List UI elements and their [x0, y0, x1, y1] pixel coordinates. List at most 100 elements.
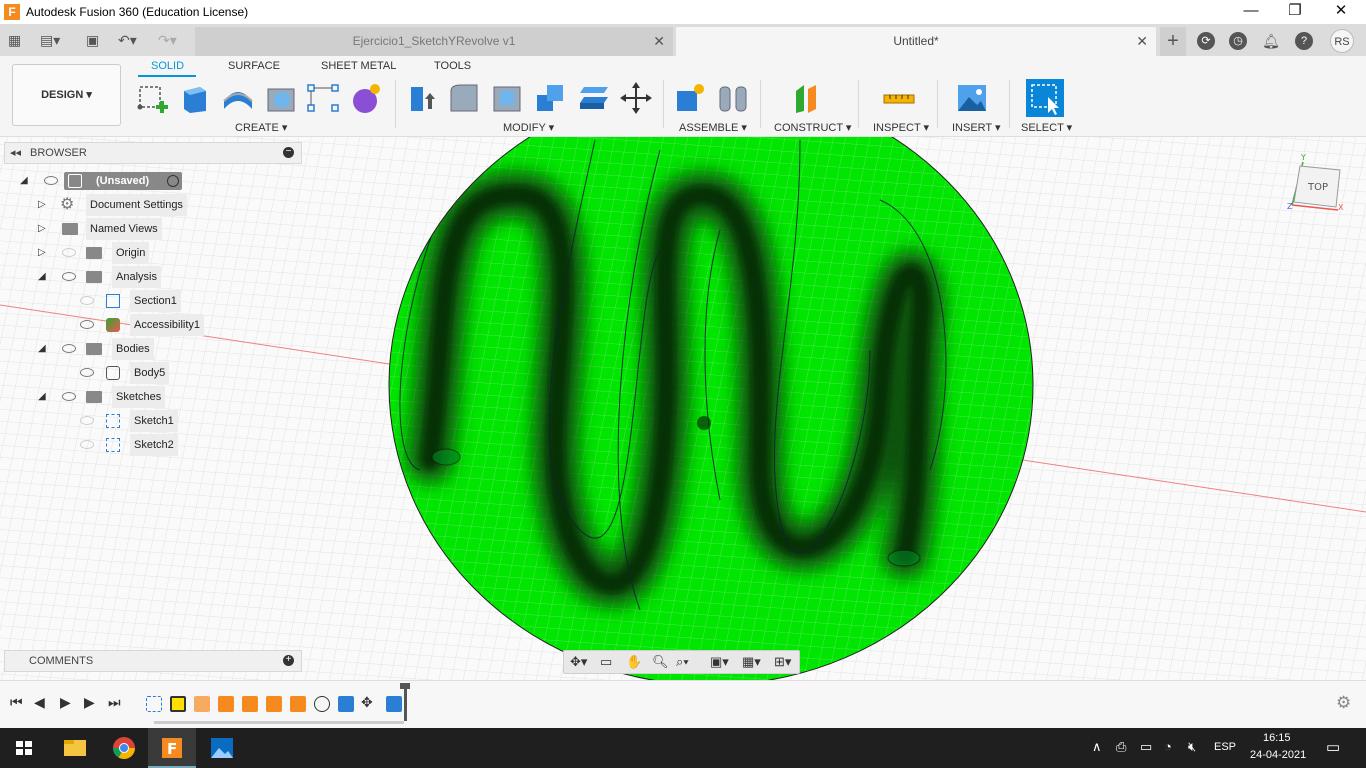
collapsed-icon[interactable]: ▷: [38, 218, 46, 240]
start-button[interactable]: [0, 728, 48, 768]
visibility-eye-icon[interactable]: [62, 248, 76, 257]
insert-menu[interactable]: INSERT ▾: [952, 121, 1001, 134]
timeline-feature-fillet[interactable]: [242, 696, 258, 712]
tray-meet-icon[interactable]: ⎙: [1116, 739, 1126, 755]
joint-icon[interactable]: [716, 81, 750, 115]
new-tab-button[interactable]: +: [1160, 27, 1186, 56]
visibility-eye-icon[interactable]: [80, 296, 94, 305]
create-form-icon[interactable]: [349, 81, 383, 115]
visibility-eye-icon[interactable]: [80, 440, 94, 449]
offset-face-icon[interactable]: [576, 81, 610, 115]
measure-icon[interactable]: [882, 81, 916, 115]
tab-tools[interactable]: TOOLS: [434, 60, 471, 72]
new-component-icon[interactable]: [673, 81, 707, 115]
volume-muted-icon[interactable]: 🔇︎: [1188, 739, 1196, 755]
add-comment-icon[interactable]: +: [283, 655, 294, 666]
tab-close-icon[interactable]: ✕: [1136, 27, 1148, 56]
visibility-eye-icon[interactable]: [80, 320, 94, 329]
tab-sheet-metal[interactable]: SHEET METAL: [321, 60, 396, 72]
collapsed-icon[interactable]: ▷: [38, 242, 46, 264]
close-button[interactable]: ✕: [1318, 0, 1364, 24]
expand-icon[interactable]: ◢: [38, 386, 46, 408]
clock-date[interactable]: 24-04-2021: [1250, 749, 1306, 761]
timeline-feature-move-copy[interactable]: ✥: [361, 694, 373, 711]
collapse-browser-icon[interactable]: ◂◂: [10, 146, 21, 159]
orbit-icon[interactable]: ✥▾: [570, 654, 587, 670]
photos-button[interactable]: [198, 728, 246, 768]
construct-menu[interactable]: CONSTRUCT ▾: [774, 121, 851, 134]
go-to-start-icon[interactable]: ⏮: [10, 694, 23, 711]
timeline-feature-body[interactable]: [386, 696, 402, 712]
create-menu[interactable]: CREATE ▾: [235, 121, 287, 134]
comments-panel-header[interactable]: COMMENTS +: [4, 650, 302, 672]
timeline-marker[interactable]: [404, 687, 407, 721]
visibility-eye-icon[interactable]: [62, 344, 76, 353]
minimize-button[interactable]: —: [1228, 0, 1274, 24]
browser-minus-icon[interactable]: −: [283, 147, 294, 158]
timeline-feature-sketch[interactable]: [146, 696, 162, 712]
expand-icon[interactable]: ◢: [38, 266, 46, 288]
zoom-icon[interactable]: 🔍︎: [652, 654, 669, 670]
help-icon[interactable]: ?: [1295, 32, 1313, 50]
workspace-switcher[interactable]: DESIGN ▾: [12, 64, 121, 126]
visibility-eye-icon[interactable]: [80, 368, 94, 377]
tree-item-sketch1[interactable]: Sketch1: [16, 410, 296, 432]
redo-icon[interactable]: ↷▾: [158, 30, 177, 50]
revolve-icon[interactable]: [221, 81, 255, 115]
hole-icon[interactable]: [264, 81, 298, 115]
inspect-menu[interactable]: INSPECT ▾: [873, 121, 929, 134]
select-icon[interactable]: [1026, 79, 1064, 117]
browser-panel-header[interactable]: ◂◂ BROWSER −: [4, 142, 302, 164]
display-settings-icon[interactable]: ▣▾: [710, 654, 729, 670]
pan-icon[interactable]: ✋: [626, 654, 642, 670]
tab-ejercicio1[interactable]: Ejercicio1_SketchYRevolve v1 ✕: [195, 27, 673, 56]
extrude-icon[interactable]: [178, 81, 212, 115]
notification-center-icon[interactable]: ▭: [1326, 738, 1340, 756]
select-menu[interactable]: SELECT ▾: [1021, 121, 1072, 134]
chrome-button[interactable]: [100, 728, 148, 768]
tray-chevron-icon[interactable]: ∧: [1092, 739, 1102, 755]
file-menu-icon[interactable]: ▤▾: [40, 30, 60, 50]
tree-item-origin[interactable]: ▷ Origin: [16, 242, 296, 264]
timeline-feature-sketch-selected[interactable]: [170, 696, 186, 712]
maximize-button[interactable]: ❐: [1272, 0, 1318, 24]
language-indicator[interactable]: ESP: [1214, 741, 1236, 753]
battery-icon[interactable]: ▭: [1140, 739, 1152, 755]
user-avatar[interactable]: RS: [1330, 29, 1354, 53]
timeline-settings-gear-icon[interactable]: ⚙: [1336, 693, 1351, 713]
save-icon[interactable]: ▣: [86, 30, 99, 50]
grid-snaps-icon[interactable]: ▦▾: [742, 654, 761, 670]
viewports-icon[interactable]: ⊞▾: [774, 654, 791, 670]
timeline-feature-extrude[interactable]: [338, 696, 354, 712]
wifi-icon[interactable]: ◔: [1164, 739, 1172, 754]
fusion-taskbar-button[interactable]: F: [148, 728, 196, 768]
visibility-eye-icon[interactable]: [80, 416, 94, 425]
tree-root[interactable]: ◢ (Unsaved): [16, 170, 296, 192]
modify-menu[interactable]: MODIFY ▾: [503, 121, 554, 134]
expand-icon[interactable]: ◢: [20, 170, 28, 192]
visibility-eye-icon[interactable]: [62, 392, 76, 401]
timeline-feature-pattern[interactable]: [290, 696, 306, 712]
tab-surface[interactable]: SURFACE: [228, 60, 280, 72]
file-explorer-button[interactable]: [50, 728, 98, 768]
tab-solid[interactable]: SOLID: [151, 60, 184, 72]
visibility-eye-icon[interactable]: [44, 176, 58, 185]
timeline-feature-fillet[interactable]: [218, 696, 234, 712]
pattern-icon[interactable]: [306, 81, 340, 115]
tree-item-section1[interactable]: Section1: [16, 290, 296, 312]
press-pull-icon[interactable]: [405, 81, 439, 115]
collapsed-icon[interactable]: ▷: [38, 194, 46, 216]
combine-icon[interactable]: [533, 81, 567, 115]
job-status-icon[interactable]: ◷: [1229, 32, 1247, 50]
timeline-marker-head[interactable]: [400, 683, 410, 689]
visibility-eye-icon[interactable]: [62, 272, 76, 281]
tree-item-bodies[interactable]: ◢ Bodies: [16, 338, 296, 360]
play-icon[interactable]: ▶: [60, 694, 71, 711]
extensions-icon[interactable]: ⟳: [1197, 32, 1215, 50]
tab-untitled[interactable]: Untitled* ✕: [676, 27, 1156, 56]
undo-icon[interactable]: ↶▾: [118, 30, 137, 50]
tree-item-sketch2[interactable]: Sketch2: [16, 434, 296, 456]
clock-time[interactable]: 16:15: [1263, 732, 1291, 744]
timeline-feature-move[interactable]: [266, 696, 282, 712]
tree-item-sketches[interactable]: ◢ Sketches: [16, 386, 296, 408]
